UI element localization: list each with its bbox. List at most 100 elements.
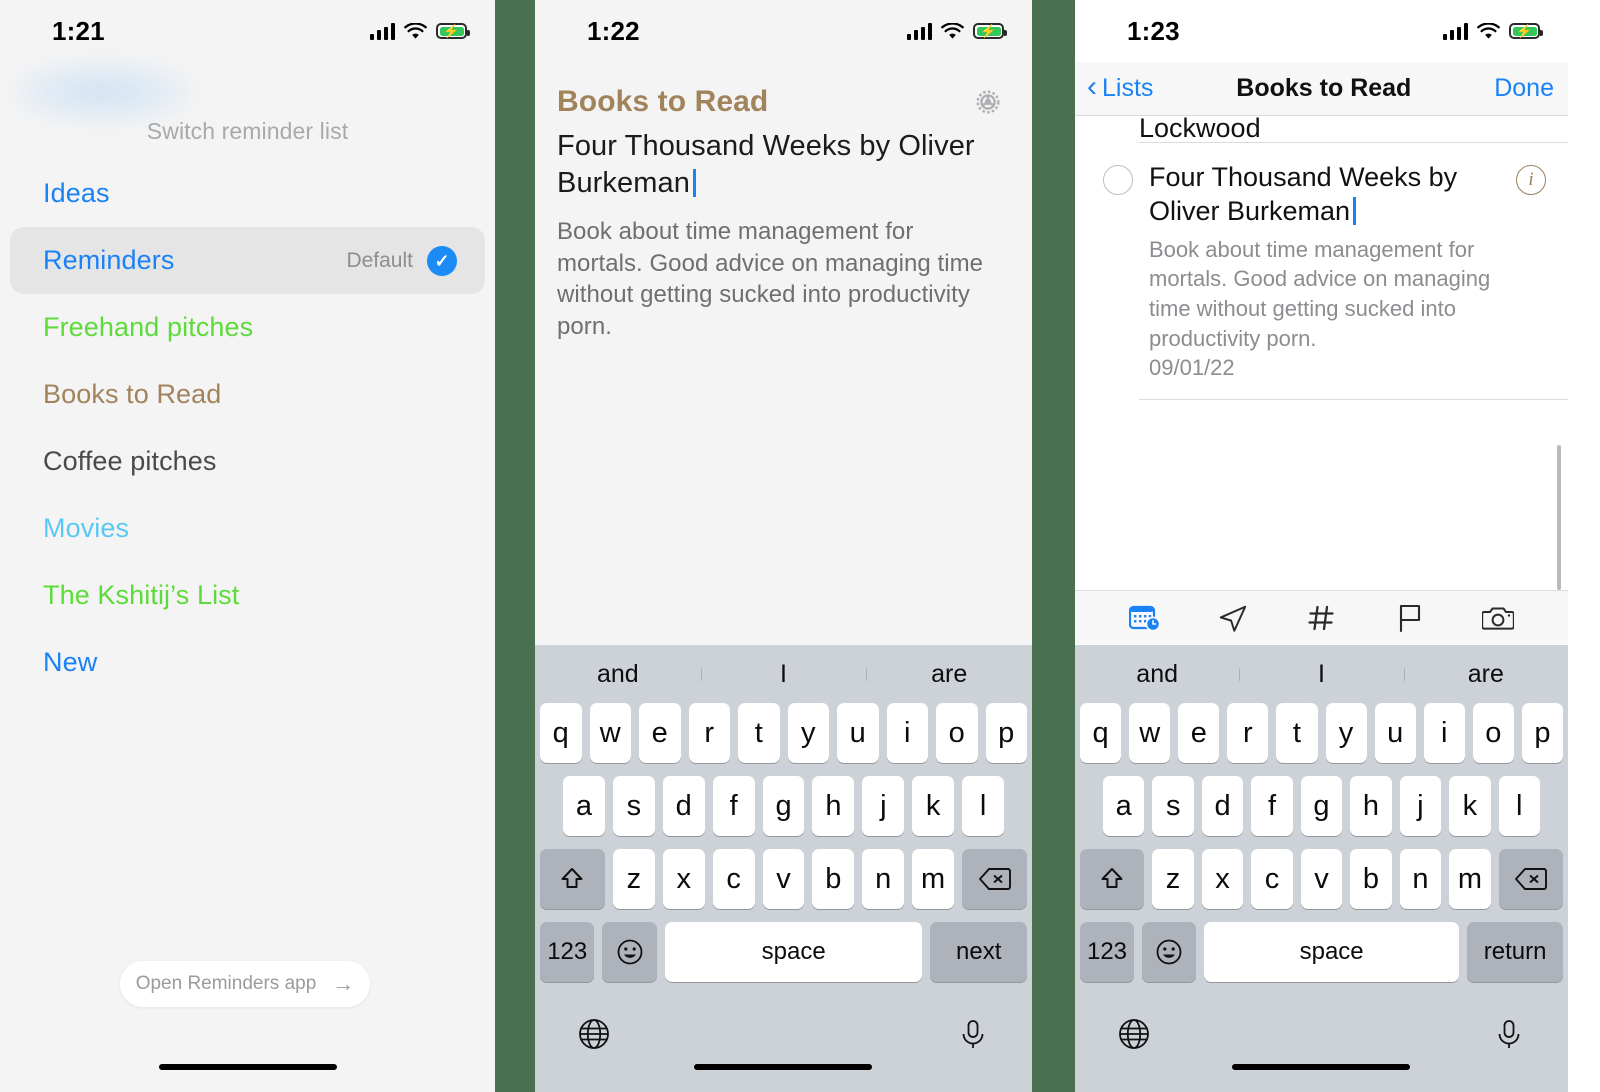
key-q[interactable]: q	[1080, 703, 1122, 763]
location-arrow-icon[interactable]	[1216, 603, 1250, 633]
backspace-icon[interactable]	[1498, 849, 1563, 909]
key-h[interactable]: h	[1350, 776, 1392, 836]
flag-icon[interactable]	[1393, 603, 1427, 633]
info-circle-icon[interactable]: i	[1516, 165, 1546, 195]
scrollbar-thumb[interactable]	[1557, 445, 1561, 590]
key-a[interactable]: a	[1103, 776, 1145, 836]
key-u[interactable]: u	[1374, 703, 1416, 763]
microphone-icon[interactable]	[1492, 1017, 1526, 1051]
key-i[interactable]: i	[886, 703, 928, 763]
shift-up-icon[interactable]	[1080, 849, 1145, 909]
back-button[interactable]: ‹ Lists	[1087, 72, 1153, 103]
prediction-1[interactable]: I	[1239, 660, 1403, 689]
emoji-smiley-icon[interactable]	[602, 922, 657, 982]
key-q[interactable]: q	[540, 703, 582, 763]
key-l[interactable]: l	[1498, 776, 1540, 836]
key-numbers[interactable]: 123	[540, 922, 595, 982]
key-s[interactable]: s	[612, 776, 655, 836]
key-space[interactable]: space	[1204, 922, 1460, 982]
key-f[interactable]: f	[712, 776, 755, 836]
open-reminders-app-button[interactable]: Open Reminders app →	[120, 961, 370, 1007]
key-r[interactable]: r	[688, 703, 730, 763]
list-item-new[interactable]: New	[10, 629, 485, 696]
key-c[interactable]: c	[712, 849, 755, 909]
key-a[interactable]: a	[563, 776, 605, 836]
prediction-2[interactable]: are	[866, 660, 1032, 689]
prediction-1[interactable]: I	[700, 660, 867, 689]
key-space[interactable]: space	[664, 922, 923, 982]
hash-tag-icon[interactable]	[1304, 603, 1338, 633]
key-w[interactable]: w	[589, 703, 631, 763]
key-h[interactable]: h	[812, 776, 855, 836]
list-item[interactable]: Ideas	[10, 160, 485, 227]
emoji-smiley-icon[interactable]	[1142, 922, 1196, 982]
key-numbers[interactable]: 123	[1080, 922, 1134, 982]
key-p[interactable]: p	[985, 703, 1027, 763]
key-b[interactable]: b	[1350, 849, 1392, 909]
key-k[interactable]: k	[1449, 776, 1491, 836]
key-e[interactable]: e	[639, 703, 681, 763]
key-u[interactable]: u	[837, 703, 879, 763]
key-n[interactable]: n	[862, 849, 905, 909]
key-j[interactable]: j	[1399, 776, 1442, 836]
key-e[interactable]: e	[1178, 703, 1220, 763]
globe-icon[interactable]	[1117, 1017, 1151, 1051]
backspace-icon[interactable]	[962, 849, 1027, 909]
done-button[interactable]: Done	[1494, 74, 1554, 103]
key-z[interactable]: z	[612, 849, 655, 909]
reminder-title[interactable]: Four Thousand Weeks by Oliver Burkeman	[1149, 162, 1457, 226]
key-f[interactable]: f	[1251, 776, 1293, 836]
key-b[interactable]: b	[812, 849, 855, 909]
key-j[interactable]: j	[862, 776, 905, 836]
key-x[interactable]: x	[1201, 849, 1244, 909]
key-return[interactable]: return	[1467, 922, 1563, 982]
globe-icon[interactable]	[577, 1017, 611, 1051]
key-x[interactable]: x	[662, 849, 705, 909]
list-item[interactable]: Books to Read	[10, 361, 485, 428]
key-i[interactable]: i	[1423, 703, 1465, 763]
key-p[interactable]: p	[1521, 703, 1563, 763]
key-m[interactable]: m	[1449, 849, 1491, 909]
circle-unchecked-icon[interactable]	[1103, 165, 1133, 195]
key-d[interactable]: d	[1201, 776, 1244, 836]
prediction-0[interactable]: and	[535, 660, 701, 689]
key-c[interactable]: c	[1251, 849, 1293, 909]
key-l[interactable]: l	[962, 776, 1005, 836]
reminder-text-field[interactable]: Four Thousand Weeks by Oliver Burkeman	[557, 128, 997, 202]
key-r[interactable]: r	[1227, 703, 1269, 763]
key-v[interactable]: v	[1300, 849, 1343, 909]
keyboard-row-3: z x c v b n m	[535, 849, 1032, 909]
key-g[interactable]: g	[1300, 776, 1343, 836]
key-next[interactable]: next	[930, 922, 1027, 982]
gear-icon[interactable]	[972, 86, 1004, 118]
key-m[interactable]: m	[912, 849, 955, 909]
key-o[interactable]: o	[1472, 703, 1514, 763]
key-w[interactable]: w	[1129, 703, 1171, 763]
prediction-2[interactable]: are	[1403, 660, 1568, 689]
key-y[interactable]: y	[787, 703, 829, 763]
reminder-row[interactable]: Four Thousand Weeks by Oliver Burkeman B…	[1075, 143, 1568, 399]
list-item[interactable]: The Kshitij’s List	[10, 562, 485, 629]
shift-up-icon[interactable]	[540, 849, 605, 909]
key-d[interactable]: d	[662, 776, 705, 836]
key-n[interactable]: n	[1399, 849, 1442, 909]
list-item[interactable]: Movies	[10, 495, 485, 562]
key-k[interactable]: k	[912, 776, 955, 836]
key-v[interactable]: v	[762, 849, 805, 909]
calendar-clock-icon[interactable]	[1128, 603, 1162, 633]
list-item[interactable]: Coffee pitches	[10, 428, 485, 495]
key-o[interactable]: o	[936, 703, 978, 763]
key-z[interactable]: z	[1152, 849, 1194, 909]
list-item-selected[interactable]: Reminders Default ✓	[10, 227, 485, 294]
key-s[interactable]: s	[1152, 776, 1194, 836]
microphone-icon[interactable]	[956, 1017, 990, 1051]
key-t[interactable]: t	[738, 703, 780, 763]
list-item[interactable]: Freehand pitches	[10, 294, 485, 361]
arrow-right-icon: →	[332, 971, 355, 996]
prediction-0[interactable]: and	[1075, 660, 1239, 689]
key-t[interactable]: t	[1276, 703, 1318, 763]
key-g[interactable]: g	[762, 776, 805, 836]
reminders-scroll-area[interactable]: Lockwood Four Thousand Weeks by Oliver B…	[1075, 116, 1568, 589]
camera-icon[interactable]	[1481, 603, 1515, 633]
key-y[interactable]: y	[1325, 703, 1367, 763]
